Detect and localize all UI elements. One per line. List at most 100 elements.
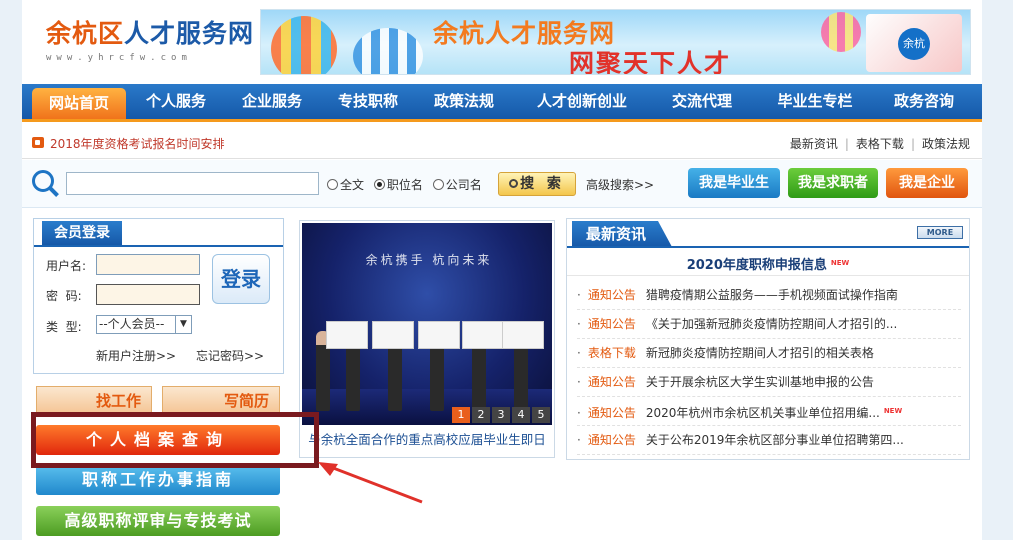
certificate-board [462, 321, 504, 349]
news-title[interactable]: 猎聘疫情期公益服务——手机视频面试操作指南 [646, 288, 898, 302]
type-label: 类 型: [46, 320, 82, 334]
annotation-arrow-icon [318, 462, 423, 504]
list-item[interactable]: · 通知公告 关于公布2019年余杭区部分事业单位招聘第四... [577, 426, 961, 455]
news-category: 通知公告 [587, 375, 636, 389]
nav-item-personal[interactable]: 个人服务 [134, 84, 218, 119]
job-seeker-button[interactable]: 我是求职者 [788, 168, 878, 198]
radio-company-name[interactable]: 公司名 [432, 178, 482, 192]
slideshow-pager: 12345 [450, 407, 550, 423]
search-icon [32, 170, 54, 192]
nav-item-government[interactable]: 政务咨询 [880, 84, 968, 119]
news-title[interactable]: 新冠肺炎疫情防控期间人才招引的相关表格 [646, 346, 874, 360]
certificate-board [372, 321, 414, 349]
latest-news-panel: 最新资讯 MORE 2020年度职称申报信息 NEW · 通知公告 猎聘疫情期公益服务… [566, 218, 970, 460]
bullet-icon: · [577, 346, 581, 360]
new-badge: NEW [830, 259, 850, 267]
logo-title-part1: 余杭区 [46, 19, 125, 48]
password-field[interactable] [96, 284, 200, 305]
balloon-graphic [821, 12, 861, 52]
slideshow-caption[interactable]: 与余杭全面合作的重点高校应届毕业生即日 [300, 429, 554, 448]
title-work-guide-button[interactable]: 职称工作办事指南 [36, 465, 280, 495]
quick-links: 最新资讯 | 表格下载 | 政策法规 [790, 135, 970, 152]
login-button[interactable]: 登录 [212, 254, 270, 304]
logo-title-part2: 人才服务网 [124, 19, 255, 48]
radio-fulltext[interactable]: 全文 [327, 178, 364, 192]
radio-checked-icon[interactable] [373, 179, 385, 190]
banner-badge: 余杭 [866, 14, 962, 72]
username-field[interactable] [96, 254, 200, 275]
nav-item-graduates[interactable]: 毕业生专栏 [766, 84, 864, 119]
quicklink-form-download[interactable]: 表格下载 [856, 137, 904, 151]
nav-item-policy[interactable]: 政策法规 [422, 84, 506, 119]
site-logo[interactable]: 余杭区人才服务网 www.yhrcfw.com [46, 14, 254, 63]
radio-circle-icon[interactable] [432, 179, 444, 190]
nav-item-home[interactable]: 网站首页 [32, 88, 126, 119]
news-list: · 通知公告 猎聘疫情期公益服务——手机视频面试操作指南 · 通知公告 《关于加强新冠肺… [577, 281, 961, 455]
divider [567, 246, 969, 248]
notice-link[interactable]: 2018年度资格考试报名时间安排 [50, 135, 225, 152]
bullet-icon: · [577, 406, 581, 420]
pager-dot-4[interactable]: 4 [512, 407, 530, 423]
certificate-board [502, 321, 544, 349]
pager-dot-1[interactable]: 1 [452, 407, 470, 423]
search-bar: 全文 职位名 公司名 搜 索 高级搜索>> 我是毕业生 我是求职者 我是企业 [22, 160, 982, 208]
pager-dot-2[interactable]: 2 [472, 407, 490, 423]
list-item[interactable]: · 通知公告 关于开展余杭区大学生实训基地申报的公告 [577, 368, 961, 397]
nav-item-professional-title[interactable]: 专技职称 [326, 84, 410, 119]
news-slideshow: 余杭携手 杭向未来 12345 与余杭全面合作的重点高校应届毕业生即日 [299, 220, 555, 458]
username-label: 用户名: [46, 259, 87, 273]
list-item[interactable]: · 通知公告 《关于加强新冠肺炎疫情防控期间人才招引的... [577, 310, 961, 339]
search-button-label: 搜 索 [520, 176, 565, 192]
quicklink-latest-news[interactable]: 最新资讯 [790, 137, 838, 151]
list-item[interactable]: · 通知公告 2020年杭州市余杭区机关事业单位招用编... NEW [577, 397, 961, 426]
more-button[interactable]: MORE [917, 226, 963, 239]
bullet-icon: · [577, 375, 581, 389]
advanced-search-link[interactable]: 高级搜索>> [586, 176, 654, 193]
list-item[interactable]: · 表格下载 新冠肺炎疫情防控期间人才招引的相关表格 [577, 339, 961, 368]
radio-label: 公司名 [445, 178, 482, 192]
member-type-select[interactable]: --个人会员-- ▼ [96, 315, 192, 334]
bullet-icon: · [577, 317, 581, 331]
banner-slogan-2: 网聚天下人才 [569, 49, 732, 75]
slideshow-image[interactable]: 余杭携手 杭向未来 12345 [302, 223, 552, 425]
news-title[interactable]: 关于公布2019年余杭区部分事业单位招聘第四... [646, 433, 904, 447]
list-item[interactable]: · 通知公告 猎聘疫情期公益服务——手机视频面试操作指南 [577, 281, 961, 310]
search-input[interactable] [66, 172, 319, 195]
featured-news-link[interactable]: 2020年度职称申报信息 NEW [567, 250, 969, 276]
enterprise-button[interactable]: 我是企业 [886, 168, 968, 198]
news-title[interactable]: 《关于加强新冠肺炎疫情防控期间人才招引的... [646, 317, 897, 331]
login-panel: 会员登录 用户名: 密 码: 类 型: --个人会员-- ▼ 登录 新用户注册>>… [33, 218, 284, 374]
notice-bar: 2018年度资格考试报名时间安排 最新资讯 | 表格下载 | 政策法规 [22, 125, 982, 159]
balloon-graphic [353, 28, 423, 74]
pager-dot-5[interactable]: 5 [532, 407, 550, 423]
divider: | [844, 137, 849, 151]
member-type-value: --个人会员-- [99, 317, 165, 331]
stage-screen-text: 余杭携手 杭向未来 [365, 253, 493, 267]
balloon-graphic [271, 16, 337, 74]
nav-item-innovation[interactable]: 人才创新创业 [526, 84, 638, 119]
news-title[interactable]: 关于开展余杭区大学生实训基地申报的公告 [646, 375, 874, 389]
news-category: 通知公告 [587, 288, 636, 302]
news-category: 通知公告 [587, 433, 636, 447]
forgot-password-link[interactable]: 忘记密码>> [196, 347, 264, 364]
chevron-down-icon[interactable]: ▼ [175, 316, 191, 333]
header-banner[interactable]: 余杭人才服务网 网聚天下人才 余杭 [260, 9, 971, 75]
logo-subtitle: www.yhrcfw.com [46, 53, 192, 63]
register-link[interactable]: 新用户注册>> [96, 347, 176, 364]
nav-item-exchange[interactable]: 交流代理 [660, 84, 744, 119]
bullet-icon: · [577, 288, 581, 302]
news-category: 通知公告 [587, 317, 636, 331]
radio-label: 全文 [340, 178, 365, 192]
senior-title-review-button[interactable]: 高级职称评审与专技考试 [36, 506, 280, 536]
nav-item-enterprise[interactable]: 企业服务 [230, 84, 314, 119]
login-title: 会员登录 [42, 221, 122, 245]
graduate-button[interactable]: 我是毕业生 [688, 168, 780, 198]
quicklink-policy[interactable]: 政策法规 [922, 137, 970, 151]
radio-label: 职位名 [386, 178, 423, 192]
pager-dot-3[interactable]: 3 [492, 407, 510, 423]
news-title[interactable]: 2020年杭州市余杭区机关事业单位招用编... [646, 406, 880, 420]
search-button[interactable]: 搜 索 [498, 172, 576, 196]
radio-job-title[interactable]: 职位名 [373, 178, 423, 192]
divider [34, 245, 283, 247]
radio-circle-icon[interactable] [327, 179, 338, 190]
